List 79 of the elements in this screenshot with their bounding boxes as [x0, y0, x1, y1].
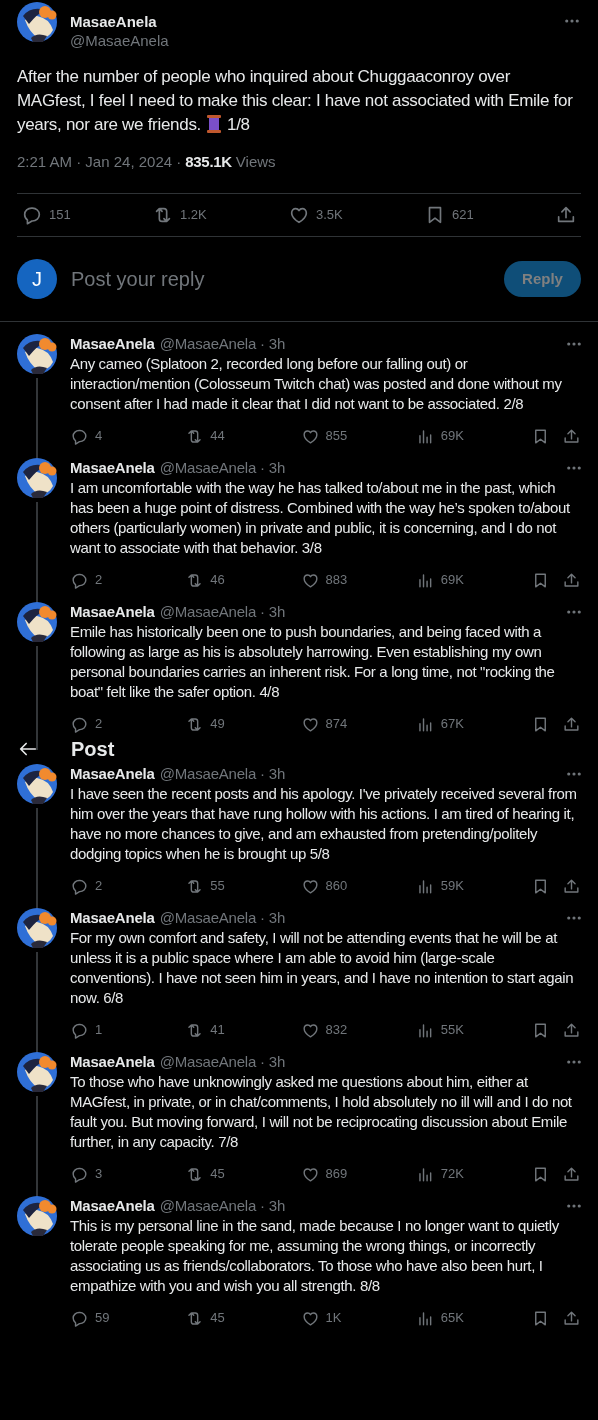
count: 1 [95, 1021, 103, 1040]
count: 1K [325, 1309, 342, 1328]
count: 860 [325, 877, 348, 896]
post-text: To those who have unknowingly asked me questions about him, either at MAGfest, in private, or in chat/comments, I hold absolutely no ill will and I do not fault you. But moving forward, I will not be reciprocating discussion about Emile further, in any capacity. 7/8 [70, 1072, 573, 1152]
share-icon[interactable] [562, 570, 581, 590]
count: 67K [440, 715, 464, 734]
post-text: Emile has historically been one to push boundaries, and being faced with a following as large as his is absolutely harrowing. Even establishing my own personal boundaries carries an inherent risk. For a long time, not "rocking the boat" felt like the safer option. 4/8 [70, 622, 556, 702]
author-name: MasaeAnela [70, 1051, 155, 1072]
count: 869 [325, 1165, 348, 1184]
count: 2 [95, 877, 103, 896]
share-icon[interactable] [562, 876, 581, 896]
user-avatar: J [17, 259, 57, 299]
author-handle: @MasaeAnela · 3h [159, 763, 287, 784]
count: 65K [440, 1309, 464, 1328]
views-count: 835.1K [185, 152, 232, 172]
avatar[interactable] [17, 602, 57, 642]
count: 41 [210, 1021, 225, 1040]
share-icon[interactable] [562, 1164, 581, 1184]
post-text: This is my personal line in the sand, made because I no longer want to quietly tolerate people speaking for me, assuming the wrong things, or incorrectly associating us as friends/collaborators. To those who have also been hurt, I empathize with you and wish you all strength. 8/8 [70, 1216, 560, 1296]
avatar[interactable] [17, 458, 57, 498]
count: 151 [49, 206, 71, 225]
count: 44 [210, 427, 225, 446]
avatar[interactable] [17, 334, 57, 374]
count: 2 [95, 715, 103, 734]
author-handle: @MasaeAnela [70, 31, 170, 51]
header-title: Post [71, 737, 115, 762]
author-name: MasaeAnela [70, 333, 155, 354]
count: 46 [210, 571, 225, 590]
author-handle: @MasaeAnela · 3h [159, 1051, 287, 1072]
avatar[interactable] [17, 1196, 57, 1236]
views-label: Views [235, 152, 276, 172]
count: 55 [210, 877, 225, 896]
post-text: After the number of people who inquired about Chuggaaconroy over MAGfest, I feel I need to make this clear: I have not associated with Emile for years, nor are we friends. 1/8 [17, 66, 574, 136]
count: 3.5K [316, 206, 343, 225]
avatar[interactable] [17, 764, 57, 804]
count: 2 [95, 571, 103, 590]
author-handle: @MasaeAnela · 3h [159, 601, 287, 622]
count: 832 [325, 1021, 348, 1040]
author-name: MasaeAnela [70, 457, 155, 478]
post-text: For my own comfort and safety, I will not be attending events that he will be at unless it is a public space where I am able to avoid him (large-scale conventions). I have not seen him in years, and I have no intention to start again now. 6/8 [70, 928, 575, 1008]
avatar[interactable] [17, 2, 57, 42]
post-text: I have seen the recent posts and his apology. I've privately received several from him over the years that have rung hollow with his actions. I am tired of hearing it, have no more chances to give, and am exhausted from pretending/politely dodging topics when he is brought up 5/8 [70, 784, 578, 864]
share-icon[interactable] [562, 714, 581, 734]
share-icon[interactable] [562, 1308, 581, 1328]
count: 855 [325, 427, 348, 446]
count: 49 [210, 715, 225, 734]
count: 621 [452, 206, 474, 225]
count: 59K [440, 877, 464, 896]
post-text: Any cameo (Splatoon 2, recorded long before our falling out) or interaction/mention (Colosseum Twitch chat) was posted and done without my consent after I had made it clear that I did not want to be associated. 2/8 [70, 354, 563, 414]
post-text: I am uncomfortable with the way he has talked to/about me in the past, which has been a huge point of distress. Combined with the way he’s spoken to/about others (particularly women) in private and public, it is concerning, and I do not want to associate with that behavior. 3/8 [70, 478, 571, 558]
count: 45 [210, 1165, 225, 1184]
author-handle: @MasaeAnela · 3h [159, 1195, 287, 1216]
count: 69K [440, 427, 464, 446]
author-name: MasaeAnela [70, 601, 155, 622]
author-handle: @MasaeAnela · 3h [159, 333, 287, 354]
thread-spool-icon [205, 114, 223, 134]
count: 874 [325, 715, 348, 734]
share-icon[interactable] [562, 1020, 581, 1040]
count: 69K [440, 571, 464, 590]
count: 883 [325, 571, 348, 590]
count: 1.2K [179, 206, 207, 225]
author-name: MasaeAnela [70, 1195, 155, 1216]
avatar[interactable] [17, 908, 57, 948]
author-handle: @MasaeAnela · 3h [159, 457, 287, 478]
count: 59 [95, 1309, 110, 1328]
count: 72K [440, 1165, 464, 1184]
reply-icon[interactable] [21, 204, 43, 226]
count: 3 [95, 1165, 103, 1184]
author-handle: @MasaeAnela · 3h [159, 907, 287, 928]
share-icon[interactable] [562, 426, 581, 446]
author-name: MasaeAnela [70, 763, 155, 784]
author-name: MasaeAnela [70, 907, 155, 928]
post-timestamp: 2:21 AM · Jan 24, 2024 · [17, 152, 182, 172]
author-name: MasaeAnela [70, 13, 158, 31]
count: 45 [210, 1309, 225, 1328]
avatar[interactable] [17, 1052, 57, 1092]
reply-input[interactable]: Post your reply [71, 264, 504, 294]
count: 4 [95, 427, 103, 446]
count: 55K [440, 1021, 464, 1040]
